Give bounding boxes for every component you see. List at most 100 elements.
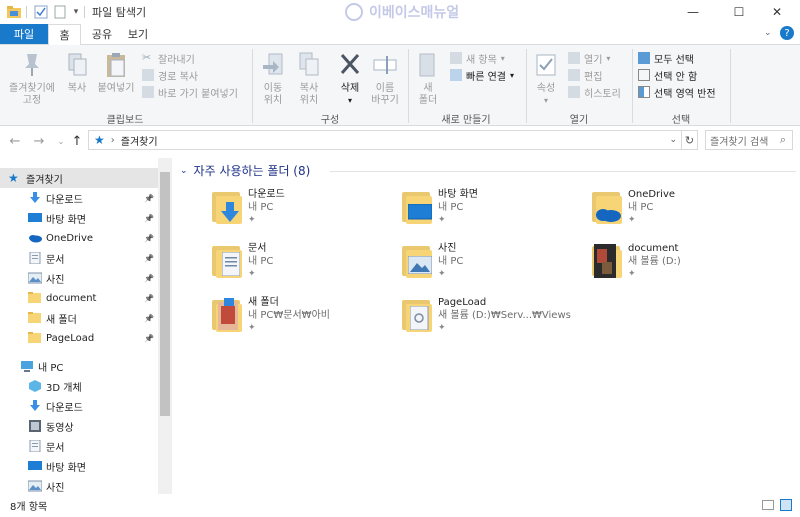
folder-tile[interactable]: 새 폴더 내 PC₩문서₩아비 ✦ bbox=[210, 296, 390, 336]
ribbon-tab-row: 파일 홈 공유 보기 ⌄ ? bbox=[0, 24, 800, 45]
new-folder-quick-icon[interactable] bbox=[52, 4, 68, 20]
nav-quick-item-7[interactable]: PageLoad 📌 bbox=[0, 328, 158, 348]
minimize-button[interactable]: — bbox=[670, 0, 716, 24]
nav-quick-item-3[interactable]: 문서 📌 bbox=[0, 248, 158, 268]
tab-view[interactable]: 보기 bbox=[122, 24, 154, 44]
nav-quick-item-5[interactable]: document 📌 bbox=[0, 288, 158, 308]
group-separator bbox=[526, 49, 527, 123]
tab-share[interactable]: 공유 bbox=[86, 24, 118, 44]
folder-name: 사진 bbox=[438, 243, 457, 254]
nav-quick-item-0[interactable]: 다운로드 📌 bbox=[0, 188, 158, 208]
rename-button[interactable]: 이름 바꾸기 bbox=[366, 51, 404, 107]
up-button[interactable]: ↑ bbox=[70, 133, 84, 149]
folder-tile[interactable]: 사진 내 PC ✦ bbox=[400, 242, 580, 282]
open-button[interactable]: 열기 ▾ bbox=[568, 50, 621, 66]
nav-quick-item-2[interactable]: OneDrive 📌 bbox=[0, 228, 158, 248]
folder-tile[interactable]: document 새 볼륨 (D:) ✦ bbox=[590, 242, 770, 282]
ribbon-collapse-icon[interactable]: ⌄ bbox=[764, 28, 772, 38]
folder-tile-text: 바탕 화면 내 PC ✦ bbox=[438, 188, 478, 227]
move-to-button[interactable]: 이동 위치 bbox=[256, 51, 290, 107]
nav-quick-item-6[interactable]: 새 폴더 📌 bbox=[0, 308, 158, 328]
nav-quick-item-4[interactable]: 사진 📌 bbox=[0, 268, 158, 288]
tab-file[interactable]: 파일 bbox=[0, 24, 48, 44]
properties-check-icon bbox=[533, 51, 559, 79]
select-none-button[interactable]: 선택 안 함 bbox=[638, 67, 716, 83]
breadcrumb-chevron-icon[interactable]: › bbox=[111, 135, 115, 146]
folder-location: 내 PC bbox=[438, 256, 464, 267]
nav-this-pc[interactable]: 내 PC bbox=[0, 356, 158, 376]
breadcrumb-quick-access[interactable]: 즐겨찾기 bbox=[121, 133, 158, 148]
copy-button[interactable]: 복사 bbox=[62, 51, 92, 95]
documents-icon bbox=[28, 251, 42, 265]
invert-selection-button[interactable]: 선택 영역 반전 bbox=[638, 84, 716, 100]
address-bar[interactable]: ★ › 즐겨찾기 ⌄ ↻ bbox=[88, 130, 698, 150]
nav-pc-item-label: 동영상 bbox=[46, 422, 74, 434]
nav-pc-item-4[interactable]: 바탕 화면 bbox=[0, 456, 158, 476]
nav-pc-item-5[interactable]: 사진 bbox=[0, 476, 158, 496]
section-divider bbox=[330, 171, 796, 172]
search-icon: ⌕ bbox=[779, 133, 786, 146]
tab-home[interactable]: 홈 bbox=[48, 24, 81, 45]
folder-tile[interactable]: 다운로드 내 PC ✦ bbox=[210, 188, 390, 228]
large-icons-view-icon[interactable] bbox=[780, 499, 792, 511]
pin-to-quick-access-button[interactable]: 즐겨찾기에 고정 bbox=[4, 51, 60, 107]
folder-tile[interactable]: OneDrive 내 PC ✦ bbox=[590, 188, 770, 228]
folder-icon bbox=[400, 188, 434, 228]
properties-button[interactable]: 속성 ▾ bbox=[530, 51, 562, 107]
close-button[interactable]: ✕ bbox=[754, 0, 800, 24]
select-all-button[interactable]: 모두 선택 bbox=[638, 50, 716, 66]
cut-button[interactable]: ✂ 잘라내기 bbox=[142, 50, 238, 66]
easy-access-button[interactable]: 빠른 연결 ▾ bbox=[450, 67, 514, 83]
frequent-folders-header[interactable]: ⌄ 자주 사용하는 폴더 (8) bbox=[180, 162, 310, 179]
ribbon-home: 즐겨찾기에 고정 복사 붙여넣기 ✂ 잘라내기 경로 복사 바로 가기 붙여넣기… bbox=[0, 44, 800, 126]
new-item-button[interactable]: 새 항목 ▾ bbox=[450, 50, 514, 66]
folder-icon bbox=[400, 296, 434, 336]
recent-locations-icon[interactable]: ⌄ bbox=[54, 133, 68, 149]
address-dropdown-icon[interactable]: ⌄ bbox=[669, 135, 677, 145]
search-box[interactable]: 즐겨찾기 검색 ⌕ bbox=[705, 130, 793, 150]
details-view-icon[interactable] bbox=[762, 500, 774, 510]
paste-shortcut-label: 바로 가기 붙여넣기 bbox=[158, 88, 238, 100]
delete-dropdown-icon[interactable]: ▾ bbox=[348, 95, 352, 107]
refresh-icon[interactable]: ↻ bbox=[681, 131, 697, 149]
nav-pc-item-3[interactable]: 문서 bbox=[0, 436, 158, 456]
folder-tile[interactable]: 바탕 화면 내 PC ✦ bbox=[400, 188, 580, 228]
paste-shortcut-button[interactable]: 바로 가기 붙여넣기 bbox=[142, 84, 238, 100]
folder-location: 내 PC bbox=[628, 202, 654, 213]
history-icon bbox=[568, 86, 580, 98]
delete-label: 삭제 bbox=[340, 83, 360, 94]
nav-pc-item-2[interactable]: 동영상 bbox=[0, 416, 158, 436]
nav-pc-item-1[interactable]: 다운로드 bbox=[0, 396, 158, 416]
edit-button[interactable]: 편집 bbox=[568, 67, 621, 83]
copy-path-button[interactable]: 경로 복사 bbox=[142, 67, 238, 83]
forward-button[interactable]: → bbox=[32, 133, 46, 149]
delete-button[interactable]: 삭제 ▾ bbox=[334, 51, 366, 107]
nav-quick-access[interactable]: ★ 즐겨찾기 bbox=[0, 168, 158, 188]
pin-to-quick-access-label: 즐겨찾기에 고정 bbox=[9, 83, 55, 106]
customize-toolbar-icon[interactable]: ▾ bbox=[68, 4, 84, 20]
folder-tile[interactable]: 문서 내 PC ✦ bbox=[210, 242, 390, 282]
desktop-icon bbox=[28, 212, 42, 224]
nav-quick-item-1[interactable]: 바탕 화면 📌 bbox=[0, 208, 158, 228]
open-small-buttons: 열기 ▾ 편집 히스토리 bbox=[568, 50, 621, 100]
nav-scrollbar-thumb[interactable] bbox=[160, 172, 170, 416]
new-item-label: 새 항목 bbox=[466, 54, 497, 66]
help-icon[interactable]: ? bbox=[780, 26, 794, 40]
folder-tile[interactable]: PageLoad 새 볼륨 (D:)₩Serv...₩Views ✦ bbox=[400, 296, 580, 336]
nav-quick-item-label: PageLoad bbox=[46, 332, 95, 344]
watermark-text: 이베이스매뉴얼 bbox=[369, 5, 460, 21]
history-button[interactable]: 히스토리 bbox=[568, 84, 621, 100]
back-button[interactable]: ← bbox=[8, 133, 22, 149]
folder-name: OneDrive bbox=[628, 189, 676, 200]
group-separator bbox=[252, 49, 253, 123]
copy-to-button[interactable]: 복사 위치 bbox=[292, 51, 326, 107]
new-folder-button[interactable]: 새 폴더 bbox=[412, 51, 444, 107]
paste-button[interactable]: 붙여넣기 bbox=[94, 51, 138, 95]
properties-icon[interactable] bbox=[33, 4, 49, 20]
explorer-app-icon[interactable] bbox=[6, 4, 22, 20]
nav-pc-item-0[interactable]: 3D 개체 bbox=[0, 376, 158, 396]
title-separator bbox=[26, 6, 27, 18]
copy-path-label: 경로 복사 bbox=[158, 71, 198, 83]
title-bar: ▾ 파일 탐색기 이베이스매뉴얼 — ☐ ✕ bbox=[0, 0, 800, 24]
pinned-icon: 📌 bbox=[144, 313, 154, 323]
